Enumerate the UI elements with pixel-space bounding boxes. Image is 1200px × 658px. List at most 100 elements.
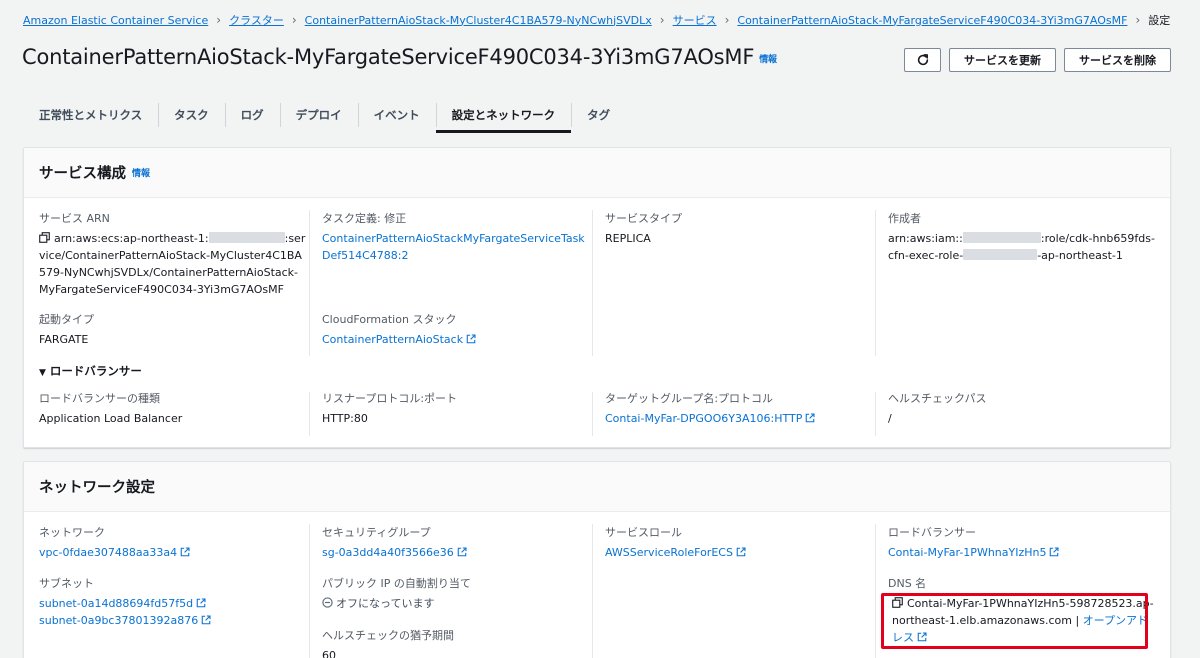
external-link-icon[interactable]: [457, 547, 467, 557]
service-config-panel: サービス構成 情報 サービス ARN arn:aws:ecs:ap-northe…: [23, 147, 1171, 448]
breadcrumb-current: 設定: [1148, 14, 1171, 27]
grace-period-value: 60: [322, 649, 336, 658]
tab-events[interactable]: イベント: [357, 97, 436, 133]
network-field: ネットワーク vpc-0fdae307488aa33a4: [39, 525, 307, 561]
external-link-icon[interactable]: [180, 547, 190, 557]
column-divider: [592, 210, 593, 356]
subnet-item: subnet-0a14d88694fd57f5d: [39, 595, 307, 612]
created-by-field: 作成者 arn:aws:iam:::role/cdk-hnb659fds-cfn…: [888, 211, 1160, 264]
public-ip-text: オフになっています: [336, 597, 435, 610]
vpc-link[interactable]: vpc-0fdae307488aa33a4: [39, 546, 177, 559]
page-title-text: ContainerPatternAioStack-MyFargateServic…: [22, 45, 755, 69]
lb-type-label: ロードバランサーの種類: [39, 392, 160, 405]
service-type-label: サービスタイプ: [605, 212, 682, 225]
load-balancer-link[interactable]: Contai-MyFar-1PWhnaYIzHn5: [888, 546, 1046, 559]
service-arn-label: サービス ARN: [39, 212, 110, 225]
breadcrumb-cluster[interactable]: ContainerPatternAioStack-MyCluster4C1BA5…: [305, 14, 652, 27]
chevron-right-icon: ›: [1135, 13, 1141, 27]
dns-name-field: DNS 名 Contai-MyFar-1PWhnaYIzHn5-59872852…: [888, 576, 1158, 646]
cfn-stack-link[interactable]: ContainerPatternAioStack: [322, 333, 463, 346]
service-config-info-link[interactable]: 情報: [132, 166, 150, 179]
column-divider: [875, 210, 876, 356]
breadcrumb-service[interactable]: ContainerPatternAioStack-MyFargateServic…: [737, 14, 1127, 27]
tab-bar: 正常性とメトリクス タスク ログ デプロイ イベント 設定とネットワーク タグ: [23, 97, 1171, 133]
network-value: vpc-0fdae307488aa33a4: [39, 544, 307, 561]
cfn-stack-value: ContainerPatternAioStack: [322, 331, 590, 348]
column-divider: [875, 524, 876, 658]
update-service-button[interactable]: サービスを更新: [949, 48, 1056, 72]
tab-configuration-networking[interactable]: 設定とネットワーク: [435, 97, 572, 133]
service-arn-field: サービス ARN arn:aws:ecs:ap-northeast-1::ser…: [39, 211, 307, 298]
security-group-label: セキュリティグループ: [322, 526, 431, 539]
tab-tasks[interactable]: タスク: [158, 97, 225, 133]
grace-period-field: ヘルスチェックの猶予期間 60: [322, 628, 590, 658]
listener-field: リスナープロトコル:ポート HTTP:80: [322, 391, 590, 427]
task-definition-field: タスク定義: 修正 ContainerPatternAioStackMyFarg…: [322, 211, 587, 264]
external-link-icon[interactable]: [917, 632, 927, 642]
service-type-value: REPLICA: [605, 232, 651, 245]
target-group-field: ターゲットグループ名:プロトコル Contai-MyFar-DPGOO6Y3A1…: [605, 391, 873, 427]
external-link-icon[interactable]: [196, 598, 206, 608]
caret-down-icon: ▼: [39, 368, 46, 378]
service-config-header: サービス構成 情報: [24, 148, 1170, 198]
external-link-icon[interactable]: [466, 334, 476, 344]
subnet-field: サブネット subnet-0a14d88694fd57f5d subnet-0a…: [39, 576, 307, 629]
target-group-label: ターゲットグループ名:プロトコル: [605, 392, 774, 405]
service-type-field: サービスタイプ REPLICA: [605, 211, 873, 247]
chevron-right-icon: ›: [659, 13, 665, 27]
created-by-value: arn:aws:iam:::role/cdk-hnb659fds-cfn-exe…: [888, 230, 1160, 264]
external-link-icon[interactable]: [805, 413, 815, 423]
service-arn-prefix: arn:aws:ecs:ap-northeast-1:: [54, 232, 209, 245]
external-link-icon[interactable]: [201, 615, 211, 625]
tab-tags[interactable]: タグ: [571, 97, 626, 133]
breadcrumb-services[interactable]: サービス: [673, 12, 717, 28]
page-title: ContainerPatternAioStack-MyFargateServic…: [22, 45, 777, 69]
load-balancer-section-toggle[interactable]: ▼ ロードバランサー: [39, 363, 142, 379]
refresh-button[interactable]: [904, 48, 941, 72]
column-divider: [875, 392, 876, 436]
created-by-prefix: arn:aws:iam::: [888, 232, 963, 245]
network-config-panel: ネットワーク設定 ネットワーク vpc-0fdae307488aa33a4 セキ…: [23, 461, 1171, 658]
listener-value: HTTP:80: [322, 412, 368, 425]
refresh-icon: [917, 54, 928, 66]
delete-service-button[interactable]: サービスを削除: [1064, 48, 1171, 72]
load-balancer-label: ロードバランサー: [888, 526, 976, 539]
column-divider: [309, 524, 310, 658]
security-group-link[interactable]: sg-0a3dd4a40f3566e36: [322, 546, 454, 559]
task-definition-link[interactable]: ContainerPatternAioStackMyFargateService…: [322, 230, 587, 264]
health-check-path-label: ヘルスチェックパス: [888, 392, 987, 405]
subnet-link[interactable]: subnet-0a9bc37801392a876: [39, 614, 198, 627]
subnet-link[interactable]: subnet-0a14d88694fd57f5d: [39, 597, 193, 610]
chevron-right-icon: ›: [291, 13, 297, 27]
status-off-icon: [322, 597, 333, 608]
separator: |: [1075, 614, 1080, 627]
health-check-path-field: ヘルスチェックパス /: [888, 391, 1156, 427]
redacted-role-id: [963, 249, 1038, 260]
dns-name-label: DNS 名: [888, 577, 927, 590]
service-role-link[interactable]: AWSServiceRoleForECS: [605, 546, 733, 559]
service-arn-value: arn:aws:ecs:ap-northeast-1::service/Cont…: [39, 230, 307, 298]
external-link-icon[interactable]: [1049, 547, 1060, 557]
health-check-path-value: /: [888, 412, 892, 425]
column-divider: [592, 524, 593, 658]
column-divider: [592, 392, 593, 436]
subnet-label: サブネット: [39, 577, 94, 590]
header-info-link[interactable]: 情報: [759, 55, 777, 65]
breadcrumb-clusters[interactable]: クラスター: [229, 12, 284, 28]
load-balancer-section-title: ロードバランサー: [49, 364, 142, 378]
copy-icon[interactable]: [892, 597, 903, 608]
copy-icon[interactable]: [39, 232, 50, 243]
tab-deployments[interactable]: デプロイ: [279, 97, 358, 133]
target-group-link[interactable]: Contai-MyFar-DPGOO6Y3A106:HTTP: [605, 412, 802, 425]
service-role-field: サービスロール AWSServiceRoleForECS: [605, 525, 873, 561]
service-role-value: AWSServiceRoleForECS: [605, 544, 873, 561]
tab-logs[interactable]: ログ: [224, 97, 280, 133]
breadcrumb-ecs[interactable]: Amazon Elastic Container Service: [23, 14, 208, 27]
public-ip-field: パブリック IP の自動割り当て オフになっています: [322, 576, 590, 612]
external-link-icon[interactable]: [736, 547, 746, 557]
security-group-field: セキュリティグループ sg-0a3dd4a40f3566e36: [322, 525, 590, 561]
tab-health-metrics[interactable]: 正常性とメトリクス: [23, 97, 158, 133]
security-group-value: sg-0a3dd4a40f3566e36: [322, 544, 590, 561]
network-config-header: ネットワーク設定: [24, 462, 1170, 512]
header-actions: サービスを更新 サービスを削除: [904, 48, 1171, 72]
